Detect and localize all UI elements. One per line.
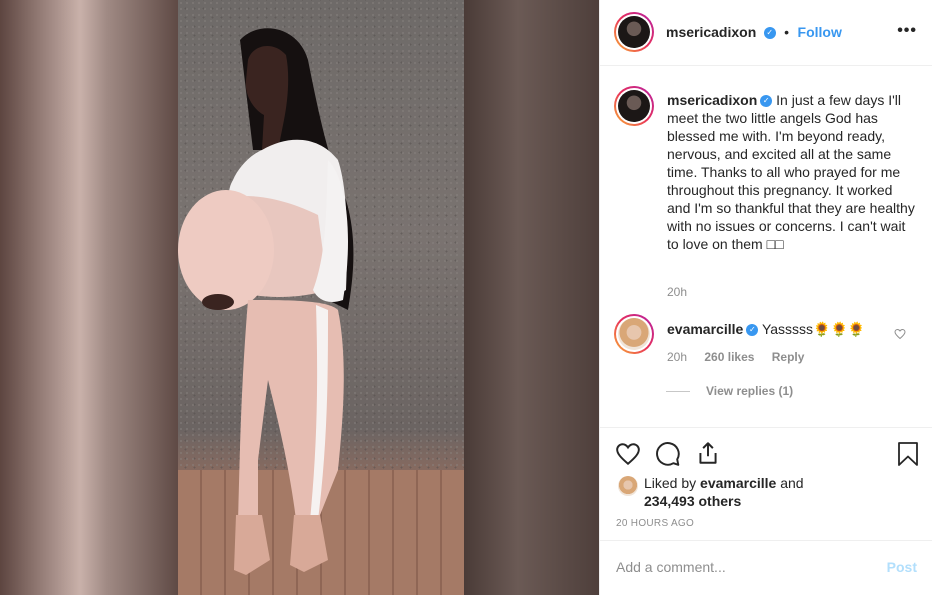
comment-reply-button[interactable]: Reply (772, 350, 805, 364)
comment-username[interactable]: evamarcille (667, 321, 743, 337)
likes-prefix: Liked by (644, 475, 701, 491)
verified-badge-icon: ✓ (763, 26, 776, 39)
header-meta: msericadixon ✓ • Follow (666, 24, 842, 42)
likes-count[interactable]: 234,493 others (644, 493, 741, 509)
caption-avatar[interactable] (614, 86, 654, 126)
bookmark-icon[interactable] (896, 441, 920, 467)
post-timestamp[interactable]: 20 HOURS AGO (616, 518, 694, 529)
post-comment-button[interactable]: Post (887, 559, 917, 575)
verified-badge-icon: ✓ (746, 324, 759, 337)
post-actions: Liked by evamarcille and 234,493 others … (600, 427, 932, 595)
author-avatar[interactable] (614, 12, 654, 52)
comment-text: Yasssss🌻🌻🌻 (761, 321, 866, 337)
likes-user[interactable]: evamarcille (700, 475, 776, 491)
caption-time[interactable]: 20h (667, 285, 687, 299)
photo-blur-left (0, 0, 178, 595)
author-username[interactable]: msericadixon (666, 24, 756, 40)
comment-likes[interactable]: 260 likes (704, 350, 754, 364)
caption-username[interactable]: msericadixon (667, 92, 757, 108)
likes-summary: Liked by evamarcille and 234,493 others (644, 474, 884, 510)
comment-bar: Add a comment... Post (600, 540, 932, 595)
liker-avatar[interactable] (618, 476, 638, 496)
more-options-icon[interactable]: ••• (897, 22, 917, 40)
replies-divider (666, 391, 690, 392)
comment-item: evamarcille ✓ Yasssss🌻🌻🌻 (667, 320, 897, 338)
follow-button[interactable]: Follow (798, 24, 842, 40)
verified-badge-icon: ✓ (760, 95, 773, 108)
post-side-panel: msericadixon ✓ • Follow ••• msericadixon… (599, 0, 932, 595)
photo-blur-right (464, 0, 599, 595)
like-comment-heart-icon[interactable] (894, 328, 906, 340)
share-icon[interactable] (695, 440, 721, 466)
comment-avatar[interactable] (614, 314, 654, 354)
view-replies-button[interactable]: View replies (1) (706, 384, 793, 398)
post-header: msericadixon ✓ • Follow ••• (600, 0, 932, 66)
caption: msericadixon ✓ In just a few days I'll me… (667, 91, 917, 253)
separator-dot: • (784, 24, 790, 40)
caption-text: In just a few days I'll meet the two lit… (667, 92, 915, 252)
heart-icon[interactable] (615, 441, 641, 467)
comment-meta: 20h 260 likes Reply (667, 350, 804, 364)
comment-icon[interactable] (655, 441, 681, 467)
post-photo-area[interactable] (0, 0, 599, 595)
comment-time[interactable]: 20h (667, 350, 687, 364)
post-photo[interactable] (178, 0, 464, 595)
comment-input[interactable]: Add a comment... (616, 559, 726, 575)
photo-subject (178, 28, 354, 575)
likes-suffix: and (776, 475, 804, 491)
